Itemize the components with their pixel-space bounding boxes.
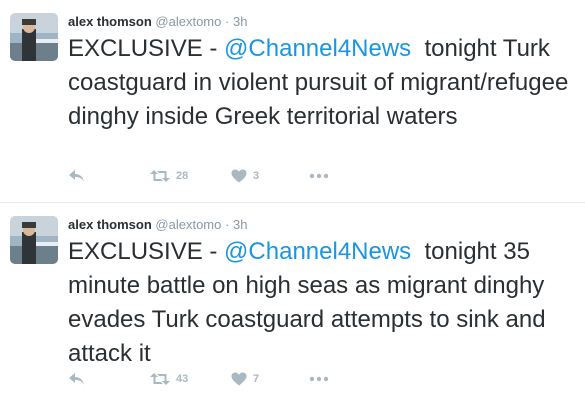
retweet-button[interactable]: 28 [150, 166, 188, 186]
avatar-photo [10, 13, 58, 61]
mention-link[interactable]: @Channel4News [224, 35, 411, 62]
heart-icon [231, 372, 247, 386]
reply-icon [69, 373, 84, 385]
like-button[interactable]: 7 [231, 369, 259, 389]
retweet-icon [150, 373, 170, 385]
header-separator: · [225, 217, 230, 232]
author-name[interactable]: alex thomson [68, 14, 152, 29]
reply-button[interactable] [68, 369, 86, 389]
tweet-actions: 28 3 [68, 166, 548, 186]
mention-link[interactable]: @Channel4News [224, 238, 411, 265]
like-button[interactable]: 3 [231, 166, 259, 186]
reply-icon [69, 170, 84, 182]
avatar[interactable] [10, 216, 58, 264]
retweet-button[interactable]: 43 [150, 369, 188, 389]
author-handle[interactable]: @alextomo [155, 14, 221, 29]
retweet-count: 28 [176, 170, 189, 182]
author-name[interactable]: alex thomson [68, 217, 152, 232]
more-button[interactable] [309, 166, 329, 186]
tweet-text-prefix: EXCLUSIVE - [68, 35, 225, 62]
avatar-photo [10, 216, 58, 264]
tweet-text: EXCLUSIVE - @Channel4News tonight Turk c… [68, 32, 573, 134]
avatar[interactable] [10, 13, 58, 61]
heart-icon [231, 169, 247, 183]
retweet-icon [150, 170, 170, 182]
retweet-count: 43 [176, 373, 189, 385]
more-icon [309, 173, 329, 179]
tweet[interactable]: alex thomson @alextomo · 3h EXCLUSIVE - … [0, 203, 585, 406]
tweet-header: alex thomson @alextomo · 3h [68, 14, 247, 30]
reply-button[interactable] [68, 166, 86, 186]
tweet-header: alex thomson @alextomo · 3h [68, 217, 247, 233]
header-separator: · [225, 14, 230, 29]
author-handle[interactable]: @alextomo [155, 217, 221, 232]
more-button[interactable] [309, 369, 329, 389]
tweet-text-prefix: EXCLUSIVE - [68, 238, 225, 265]
tweet-actions: 43 7 [68, 369, 548, 389]
tweet-timestamp[interactable]: 3h [233, 14, 247, 29]
like-count: 7 [253, 373, 260, 385]
like-count: 3 [253, 170, 260, 182]
tweet[interactable]: alex thomson @alextomo · 3h EXCLUSIVE - … [0, 0, 585, 203]
tweet-timestamp[interactable]: 3h [233, 217, 247, 232]
tweet-text: EXCLUSIVE - @Channel4News tonight 35 min… [68, 235, 573, 371]
more-icon [309, 376, 329, 382]
